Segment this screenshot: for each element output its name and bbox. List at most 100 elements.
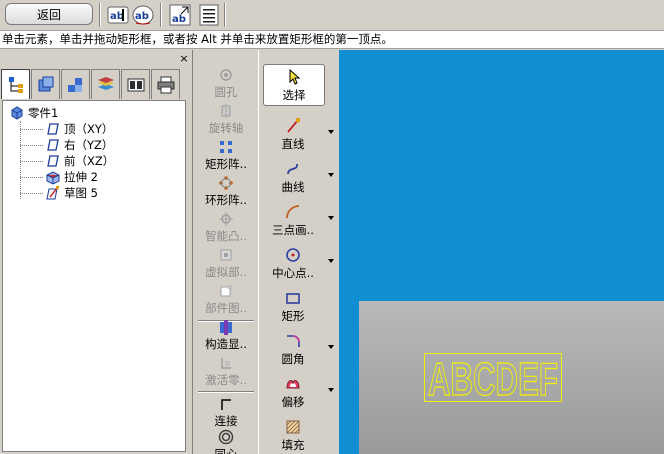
chevron-down-icon[interactable] [328,345,334,349]
sketch-text-frame[interactable]: ABCDEF [424,353,562,402]
tree-connector [20,193,43,194]
smart-boss-tool-label: 智能凸.. [205,229,247,243]
fillet-tool-label: 圆角 [281,352,305,366]
close-icon[interactable]: × [178,53,190,65]
activate-part-icon [219,354,233,372]
tree-item-part[interactable]: 零件1 [9,105,58,121]
tree-item-plane-front[interactable]: 前（XZ） [45,153,114,169]
fill-tool-label: 填充 [281,438,305,452]
tree-item-label: 顶（XY） [64,122,114,136]
revolve-axis-tool-label: 旋转轴 [208,121,244,135]
tree-item-label: 零件1 [28,106,59,120]
toolbar-separator [224,3,226,27]
revolve-axis-tool[interactable]: 旋转轴 [196,102,256,142]
three-point-arc-tool[interactable]: 三点画.. [261,200,337,240]
part-icon [9,105,25,121]
activate-part-tool-label: 激活零.. [205,373,247,387]
fillet-icon [261,333,325,349]
virtual-component-tool-label: 虚拟部.. [205,265,247,279]
circular-pattern-tool[interactable]: 环形阵.. [196,174,256,214]
sketch-plane[interactable]: ABCDEF [359,301,664,454]
component-drawing-icon [219,282,233,300]
tree-item-extrude[interactable]: 拉伸 2 [45,169,98,185]
tree-item-label: 草图 5 [64,186,98,200]
hole-tool[interactable]: 圆孔 [196,66,256,106]
model-tree-icon[interactable] [1,69,30,99]
chevron-down-icon[interactable] [328,388,334,392]
rect-pattern-tool-label: 矩形阵.. [205,157,247,171]
toolbar-separator [99,3,101,27]
svg-text:ab: ab [110,11,124,22]
toolbar-separator [160,3,162,27]
tree-connector [20,161,43,162]
construct-display-tool-label: 构造显.. [205,337,247,351]
virtual-component-tool[interactable]: 虚拟部.. [196,246,256,286]
tree-connector [20,145,43,146]
offset-tool[interactable]: 偏移 [261,372,337,412]
curve-icon [261,161,325,177]
tree-connector [20,177,43,178]
text-edit-icon[interactable]: ab [106,3,130,27]
tree-item-plane-top[interactable]: 顶（XY） [45,121,113,137]
extrude-icon [45,169,61,185]
concentric-tool[interactable]: 同心 [196,428,256,454]
center-point-circle-tool-label: 中心点.. [272,266,314,280]
tree-item-label: 拉伸 2 [64,170,98,184]
chevron-down-icon[interactable] [328,216,334,220]
rectangle-tool[interactable]: 矩形 [261,286,337,326]
center-point-circle-tool[interactable]: 中心点.. [261,243,337,283]
select-tool-label: 选择 [282,88,306,102]
prompt-line: 单击元素，单击并拖动矩形框，或者按 Alt 并单击来放置矩形框的第一顶点。 [0,31,664,49]
component-drawing-tool[interactable]: 部件图.. [196,282,256,322]
tree-connector [20,121,21,199]
concentric-icon [218,428,234,446]
text-style-icon[interactable]: ab [131,3,155,27]
feature-toolbar: 圆孔 旋转轴 矩形阵.. 环形阵.. 智能凸.. 虚拟部.. 部件图.. 构造显… [196,50,256,454]
line-icon [261,118,325,134]
back-button[interactable]: 返回 [5,3,93,25]
curve-tool[interactable]: 曲线 [261,157,337,197]
tree-item-sketch[interactable]: 草图 5 [45,185,98,201]
tree-item-plane-right[interactable]: 右（YZ） [45,137,113,153]
hole-icon [219,66,233,84]
rect-pattern-tool[interactable]: 矩形阵.. [196,138,256,178]
rectangle-icon [261,290,325,306]
top-toolbar: 返回 ab ab ab [0,0,664,31]
list-icon[interactable] [197,3,221,27]
rectangle-tool-label: 矩形 [281,309,305,323]
connect-tool-label: 连接 [214,414,238,428]
layers-icon[interactable] [91,69,120,99]
graphics-viewport[interactable]: ABCDEF [339,50,664,454]
sketch-text-outline: ABCDEF [428,358,558,398]
printer-icon[interactable] [151,69,180,99]
fillet-tool[interactable]: 圆角 [261,329,337,369]
construct-display-tool[interactable]: 构造显.. [196,318,256,358]
construct-display-icon [218,318,234,336]
arc-icon [261,204,325,220]
line-tool-label: 直线 [281,137,305,151]
sketch-text: ABCDEF [428,358,558,398]
sketch-icon [45,185,61,201]
assembly-icon[interactable] [61,69,90,99]
curve-tool-label: 曲线 [281,180,305,194]
smart-boss-tool[interactable]: 智能凸.. [196,210,256,250]
chevron-down-icon[interactable] [328,259,334,263]
part-icon[interactable] [31,69,60,99]
text-align-icon[interactable]: ab [168,3,192,27]
tree-item-label: 前（XZ） [64,154,115,168]
chevron-down-icon[interactable] [328,173,334,177]
select-tool[interactable]: 选择 [263,64,325,106]
sketch-toolbar: 选择 直线 曲线 三点画.. 中心点.. 矩形 圆角 偏移 填充 [258,50,338,454]
panel-tabs [1,69,181,99]
fill-tool[interactable]: 填充 [261,415,337,454]
virtual-component-icon [219,246,233,264]
activate-part-tool[interactable]: 激活零.. [196,354,256,394]
rect-pattern-icon [219,138,233,156]
views-icon[interactable] [121,69,150,99]
circular-pattern-icon [219,174,233,192]
chevron-down-icon[interactable] [328,130,334,134]
component-drawing-tool-label: 部件图.. [205,301,247,315]
three-point-arc-tool-label: 三点画.. [272,223,314,237]
line-tool[interactable]: 直线 [261,114,337,154]
design-tree: 零件1 顶（XY） 右（YZ） 前（XZ） 拉伸 2 草图 5 [2,100,186,452]
